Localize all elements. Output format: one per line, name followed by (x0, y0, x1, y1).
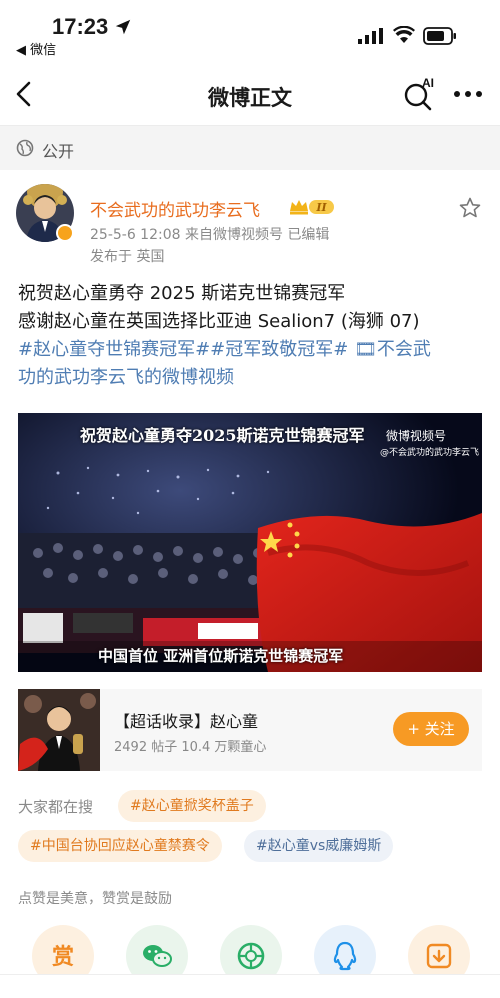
level-text: II (315, 201, 327, 214)
ai-label: AI (422, 76, 434, 90)
topic-title: 【超话收录】赵心童 (114, 712, 259, 731)
status-time: 17:23 (52, 14, 109, 39)
status-bar: 17:23 ◀ 微信 (0, 0, 500, 62)
member-level-badge: II (290, 200, 334, 215)
source-link[interactable]: 微博视频号 (213, 227, 283, 243)
wechat-icon (143, 945, 172, 967)
reward-label: 赏 (51, 945, 74, 970)
follow-button[interactable]: + 关注 (393, 712, 469, 746)
video-watermark: 微博视频号 (386, 429, 447, 443)
video-link-cont[interactable]: 功的武功李云飞的微博视频 (18, 367, 234, 388)
hashtag-link[interactable]: #冠军致敬冠军# (210, 339, 348, 360)
video-bottom-caption: 中国首位 亚洲首位斯诺克世锦赛冠军 (98, 647, 344, 665)
wifi-icon (393, 26, 415, 43)
like-hint: 点赞是美意，赞赏是鼓励 (18, 891, 172, 907)
post-text-line: 祝贺赵心童勇夺 2025 斯诺克世锦赛冠军 (18, 283, 346, 304)
post-date: 25-5-6 12:08 (90, 227, 181, 243)
video-watermark-sub: @不会武功的武功李云飞 (380, 448, 480, 458)
post-location: 发布于 英国 (90, 249, 165, 265)
video-link[interactable]: 🎞不会武 (348, 339, 431, 360)
visibility-label: 公开 (42, 142, 75, 161)
search-section-label: 大家都在搜 (18, 798, 94, 816)
post-meta: 25-5-6 12:08 来自微博视频号 已编辑 (90, 224, 329, 244)
video-player[interactable]: 祝贺赵心童勇夺2025斯诺克世锦赛冠军 微博视频号 @不会武功的武功李云飞 中国… (18, 413, 482, 672)
globe-icon (16, 139, 34, 157)
author-name[interactable]: 不会武功的武功李云飞 (90, 196, 260, 221)
qq-icon (333, 941, 357, 971)
edited-label: 已编辑 (287, 227, 330, 243)
nav-bar: 微博正文 AI (0, 62, 500, 126)
location-arrow-icon (115, 19, 131, 35)
back-to-wechat-link[interactable]: ◀ 微信 (16, 39, 56, 58)
bottom-bar (0, 974, 500, 998)
search-chip[interactable]: #赵心童vs威廉姆斯 (244, 830, 394, 862)
ai-search-icon[interactable]: AI (402, 76, 438, 112)
more-options-icon[interactable] (452, 80, 484, 108)
favorite-star-icon[interactable] (458, 196, 482, 220)
search-chip[interactable]: #赵心童掀奖杯盖子 (118, 790, 266, 822)
battery-icon (423, 27, 456, 45)
topic-stats: 2492 帖子 10.4 万颗童心 (114, 740, 267, 755)
verified-badge-icon (56, 224, 74, 242)
save-icon (426, 943, 452, 969)
moments-icon (237, 942, 265, 970)
super-topic-card[interactable]: 【超话收录】赵心童 2492 帖子 10.4 万颗童心 + 关注 (18, 689, 482, 771)
topic-thumbnail (18, 689, 100, 771)
search-chip[interactable]: #中国台协回应赵心童禁赛令 (18, 830, 222, 862)
hashtag-link[interactable]: #赵心童夺世锦赛冠军# (18, 339, 210, 360)
visibility-row: 公开 (0, 126, 500, 170)
post-body: 祝贺赵心童勇夺 2025 斯诺克世锦赛冠军 感谢赵心童在英国选择比亚迪 Seal… (18, 280, 484, 392)
video-top-caption: 祝贺赵心童勇夺2025斯诺克世锦赛冠军 (80, 426, 365, 445)
cellular-signal-icon (358, 28, 383, 44)
post-text-line: 感谢赵心童在英国选择比亚迪 Sealion7 (海狮 07) (18, 311, 420, 332)
source-prefix: 来自 (184, 227, 213, 243)
